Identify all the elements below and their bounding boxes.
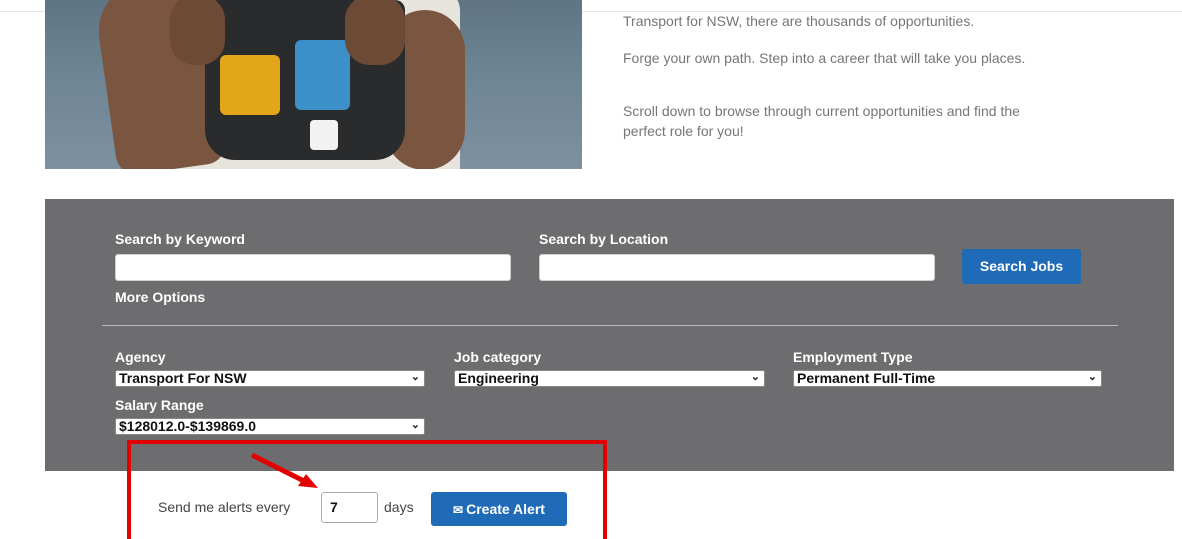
- agency-label: Agency: [115, 349, 166, 365]
- panel-divider: [102, 325, 1118, 326]
- intro-paragraph: Forge your own path. Step into a career …: [623, 50, 1026, 66]
- salary-range-label: Salary Range: [115, 397, 204, 413]
- hero-image: [45, 0, 582, 169]
- chevron-down-icon: ⌄: [750, 371, 760, 383]
- category-select[interactable]: Engineering ⌄: [454, 370, 765, 387]
- nsw-logo-icon: [310, 120, 338, 150]
- hero-right-hand: [345, 0, 405, 65]
- chevron-down-icon: ⌄: [1087, 371, 1097, 383]
- intro-line: Transport for NSW, there are thousands o…: [623, 13, 975, 29]
- location-label: Search by Location: [539, 231, 669, 247]
- hero-vest-panel-yellow: [220, 55, 280, 115]
- chevron-down-icon: ⌄: [410, 419, 420, 431]
- keyword-input[interactable]: [115, 254, 511, 281]
- category-select-value: Engineering: [458, 370, 539, 386]
- hero-vest-panel-blue: [295, 40, 350, 110]
- agency-select[interactable]: Transport For NSW ⌄: [115, 370, 425, 387]
- employment-type-select[interactable]: Permanent Full-Time ⌄: [793, 370, 1102, 387]
- hero-left-hand: [170, 0, 225, 65]
- search-jobs-button[interactable]: Search Jobs: [962, 249, 1081, 284]
- chevron-down-icon: ⌄: [410, 371, 420, 383]
- salary-range-select-value: $128012.0-$139869.0: [119, 418, 257, 434]
- location-input[interactable]: [539, 254, 935, 281]
- annotation-highlight-box: [127, 440, 607, 539]
- category-label: Job category: [454, 349, 542, 365]
- more-options-link[interactable]: More Options: [115, 289, 205, 305]
- job-search-panel: Search by Keyword Search by Location Sea…: [45, 199, 1174, 471]
- intro-paragraph: Scroll down to browse through current op…: [623, 103, 1020, 139]
- salary-range-select[interactable]: $128012.0-$139869.0 ⌄: [115, 418, 425, 435]
- agency-select-value: Transport For NSW: [119, 370, 247, 386]
- keyword-label: Search by Keyword: [115, 231, 245, 247]
- employment-type-select-value: Permanent Full-Time: [797, 370, 936, 386]
- employment-type-label: Employment Type: [793, 349, 913, 365]
